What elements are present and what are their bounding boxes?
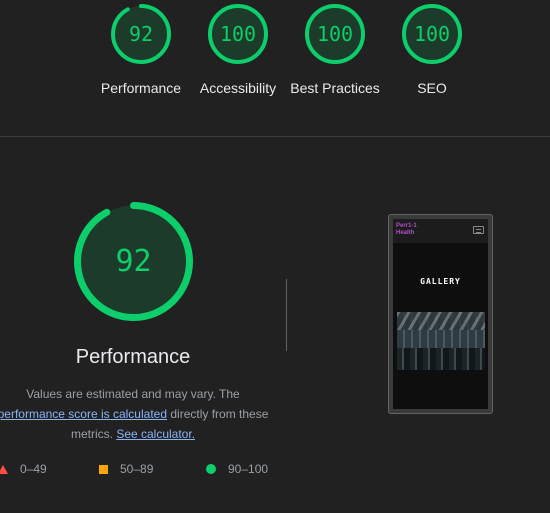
logo-line: Perr1-1 — [396, 223, 417, 229]
gauge-label-seo: SEO — [417, 80, 447, 96]
logo-line: Health — [396, 230, 415, 236]
performance-gauge: 92 — [73, 201, 194, 322]
screenshot-heading: GALLERY — [420, 277, 461, 286]
gauge-label-performance: Performance — [100, 80, 182, 96]
legend-label: 50–89 — [120, 462, 154, 476]
gauge-best-practices[interactable]: 100 — [303, 2, 367, 66]
description-text: Values are estimated and may vary. The — [26, 387, 240, 401]
legend-fail: 0–49 — [0, 462, 47, 476]
gauge-score: 92 — [128, 22, 154, 46]
screenshot-screen: Perr1-1 Health GALLERY — [393, 219, 488, 409]
gauge-label-best-practices: Best Practices — [290, 80, 380, 96]
see-calculator-link[interactable]: See calculator. — [116, 427, 195, 441]
legend-average: 50–89 — [99, 462, 153, 476]
legend-label: 0–49 — [20, 462, 47, 476]
screenshot-photo — [397, 312, 485, 370]
gauge-score: 100 — [316, 22, 354, 46]
score-calculation-link[interactable]: performance score is calculated — [0, 407, 167, 421]
vertical-separator — [286, 279, 287, 351]
menu-icon — [473, 226, 484, 234]
square-icon — [99, 464, 108, 474]
gauge-performance[interactable]: 92 — [109, 2, 173, 66]
legend-label: 90–100 — [228, 462, 269, 476]
performance-description: Values are estimated and may vary. The p… — [0, 384, 276, 444]
performance-score: 92 — [115, 244, 152, 279]
screenshot-logo: Perr1-1 Health — [396, 223, 436, 237]
circle-icon — [206, 464, 216, 474]
final-screenshot[interactable]: Perr1-1 Health GALLERY — [388, 214, 493, 414]
gauge-label-accessibility: Accessibility — [199, 80, 277, 96]
triangle-icon — [0, 464, 8, 474]
gauge-score: 100 — [219, 22, 257, 46]
gauge-score: 100 — [413, 22, 451, 46]
performance-title: Performance — [75, 346, 191, 368]
section-divider — [0, 136, 550, 137]
gauge-accessibility[interactable]: 100 — [206, 2, 270, 66]
legend-pass: 90–100 — [206, 462, 268, 476]
screenshot-header: Perr1-1 Health — [393, 219, 488, 243]
gauge-seo[interactable]: 100 — [400, 2, 464, 66]
